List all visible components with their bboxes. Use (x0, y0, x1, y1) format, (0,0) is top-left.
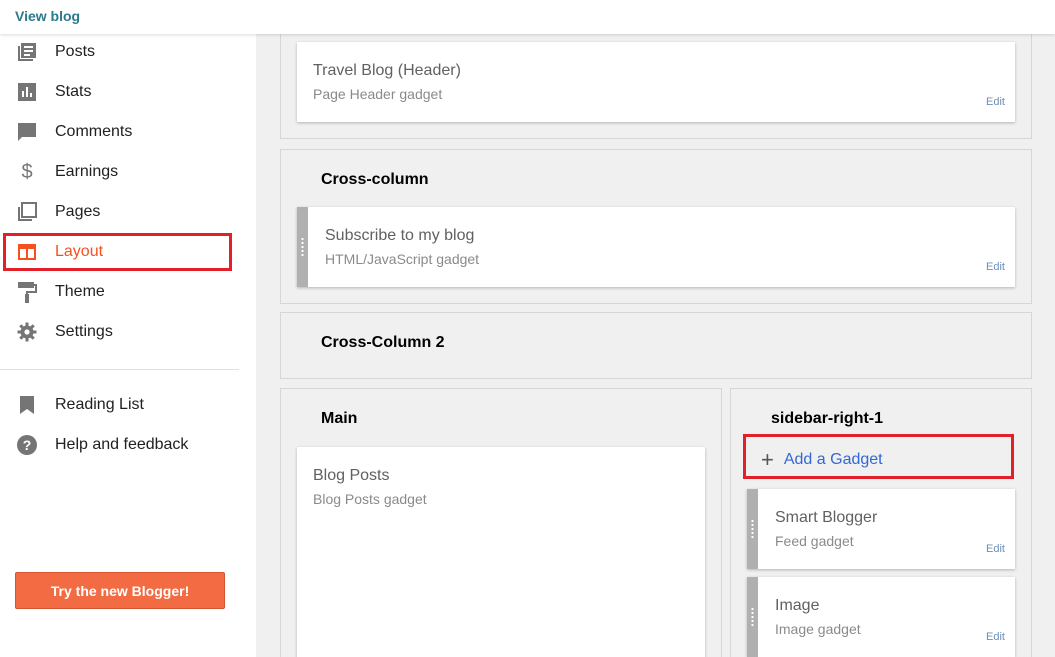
gadget-subtitle: Page Header gadget (313, 86, 443, 102)
gadget-subtitle: Blog Posts gadget (313, 491, 427, 507)
try-new-blogger-button[interactable]: Try the new Blogger! (15, 572, 225, 609)
gadget-image[interactable]: Image Image gadget Edit (747, 577, 1015, 657)
gadget-title: Travel Blog (Header) (313, 62, 461, 79)
gadget-title: Blog Posts (313, 467, 390, 484)
paint-roller-icon (16, 281, 38, 303)
sidebar-item-help[interactable]: ? Help and feedback (0, 425, 240, 465)
gadget-title: Subscribe to my blog (325, 227, 475, 244)
sidebar-item-label: Settings (55, 323, 113, 340)
add-gadget-highlight-box (743, 434, 1014, 479)
sidebar-item-comments[interactable]: Comments (0, 112, 240, 152)
drag-handle[interactable] (747, 577, 758, 657)
layout-highlight-box (3, 233, 232, 271)
gadget-smart-blogger[interactable]: Smart Blogger Feed gadget Edit (747, 489, 1015, 569)
sidebar-item-label: Reading List (55, 396, 144, 413)
gadget-subtitle: Feed gadget (775, 533, 854, 549)
sidebar-item-label: Earnings (55, 163, 119, 180)
sidebar-item-label: Comments (55, 123, 133, 140)
drag-handle[interactable] (747, 489, 758, 569)
main-section: Main Blog Posts Blog Posts gadget (280, 388, 722, 657)
gadget-title: Smart Blogger (775, 509, 878, 526)
svg-text:?: ? (23, 437, 32, 453)
gear-icon (16, 321, 38, 343)
stats-icon (16, 81, 38, 103)
sidebar-item-label: Pages (55, 203, 101, 220)
sidebar-item-stats[interactable]: Stats (0, 72, 240, 112)
sidebar-item-label: Stats (55, 83, 92, 100)
edit-link[interactable]: Edit (986, 543, 1005, 555)
posts-icon (16, 41, 38, 63)
gadget-subscribe[interactable]: Subscribe to my blog HTML/JavaScript gad… (297, 207, 1015, 287)
view-blog-link[interactable]: View blog (15, 8, 80, 24)
sidebar-item-label: Posts (55, 43, 96, 60)
sidebar-item-pages[interactable]: Pages (0, 192, 240, 232)
gadget-title: Image (775, 597, 820, 614)
pages-icon (16, 201, 38, 223)
gadget-header[interactable]: Travel Blog (Header) Page Header gadget … (297, 42, 1015, 122)
cross-column-section: Cross-column Subscribe to my blog HTML/J… (280, 149, 1032, 304)
sidebar-nav: Posts Stats Comments $ Earnings Pages La… (0, 34, 256, 657)
sidebar-item-theme[interactable]: Theme (0, 272, 240, 312)
sidebar-divider (0, 369, 239, 370)
drag-handle[interactable] (297, 207, 308, 287)
sidebar-item-reading-list[interactable]: Reading List (0, 385, 240, 425)
sidebar-item-label: Help and feedback (55, 436, 189, 453)
section-title: Cross-Column 2 (321, 334, 445, 351)
bookmark-icon (16, 394, 38, 416)
top-bar: View blog (0, 0, 1055, 34)
dollar-icon: $ (21, 160, 33, 183)
sidebar-item-settings[interactable]: Settings (0, 312, 240, 352)
section-title: Cross-column (321, 171, 429, 188)
gadget-blog-posts[interactable]: Blog Posts Blog Posts gadget (297, 447, 705, 657)
help-icon: ? (16, 434, 38, 456)
comments-icon (16, 121, 38, 143)
layout-editor: Travel Blog (Header) Page Header gadget … (256, 34, 1055, 657)
header-section: Travel Blog (Header) Page Header gadget … (280, 34, 1032, 139)
gadget-subtitle: HTML/JavaScript gadget (325, 251, 480, 267)
sidebar-item-label: Theme (55, 283, 105, 300)
sidebar-item-earnings[interactable]: $ Earnings (0, 152, 240, 192)
sidebar-right-section: sidebar-right-1 + Add a Gadget Smart Blo… (730, 388, 1032, 657)
section-title: sidebar-right-1 (771, 410, 884, 427)
section-title: Main (321, 410, 358, 427)
edit-link[interactable]: Edit (986, 261, 1005, 273)
sidebar-item-posts[interactable]: Posts (0, 32, 240, 72)
edit-link[interactable]: Edit (986, 631, 1005, 643)
cross-column-2-section: Cross-Column 2 (280, 312, 1032, 379)
edit-link[interactable]: Edit (986, 96, 1005, 108)
gadget-subtitle: Image gadget (775, 621, 861, 637)
